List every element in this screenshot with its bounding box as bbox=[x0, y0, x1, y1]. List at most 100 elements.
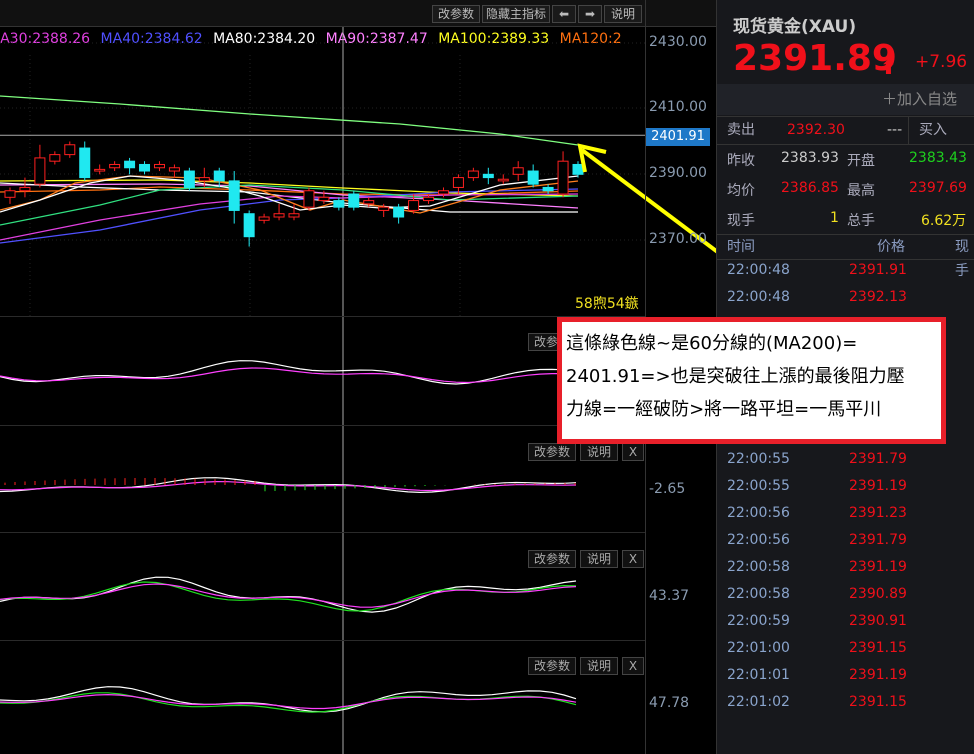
last-price: 2391.89 bbox=[733, 38, 897, 79]
indicator-value: 43.37 bbox=[649, 588, 690, 604]
candle-down bbox=[139, 163, 151, 172]
tick-time: 22:01:01 bbox=[727, 667, 790, 683]
candle-up bbox=[94, 168, 106, 172]
tick-time: 22:00:59 bbox=[727, 613, 790, 629]
candle-up bbox=[512, 167, 524, 175]
cur-vol: 1 bbox=[830, 210, 839, 226]
candle-up bbox=[64, 144, 76, 156]
params-button[interactable]: 改参数 bbox=[528, 550, 576, 568]
tick-price: 2391.19 bbox=[849, 559, 907, 575]
axis-label: 2430.00 bbox=[649, 34, 707, 50]
axis-label: 2390.00 bbox=[649, 165, 707, 181]
tick-price: 2391.19 bbox=[849, 478, 907, 494]
tick-price: 2391.19 bbox=[849, 667, 907, 683]
avg-price: 2386.85 bbox=[781, 180, 839, 196]
add-watchlist-button[interactable]: ＋加入自选 bbox=[717, 84, 974, 115]
candle-up bbox=[19, 186, 31, 192]
close-icon[interactable]: X bbox=[622, 550, 644, 568]
tick-time: 22:00:48 bbox=[727, 262, 790, 278]
candle-up bbox=[318, 196, 330, 202]
annotation-box: 這條綠色線~是60分線的(MA200)= 2401.91=>也是突破往上漲的最後… bbox=[557, 317, 946, 444]
candle-up bbox=[49, 154, 61, 162]
tick-price: 2391.79 bbox=[849, 451, 907, 467]
instrument-name: 现货黄金(XAU) bbox=[733, 17, 857, 37]
help-button[interactable]: 说明 bbox=[580, 657, 618, 675]
candle-up bbox=[408, 200, 420, 211]
prev-close-label: 昨收 bbox=[727, 153, 755, 169]
tick-row: 22:00:59 2390.91 bbox=[717, 613, 974, 640]
high-price: 2397.69 bbox=[909, 180, 967, 196]
candle-up bbox=[198, 177, 210, 182]
candle-up bbox=[4, 190, 16, 198]
candle-up bbox=[423, 196, 435, 202]
divider bbox=[0, 316, 645, 317]
tick-time: 22:00:56 bbox=[727, 532, 790, 548]
tick-price: 2392.13 bbox=[849, 289, 907, 305]
params-button[interactable]: 改参数 bbox=[528, 657, 576, 675]
sell-volume: --- bbox=[887, 122, 903, 138]
candle-down bbox=[124, 160, 136, 169]
total-vol: 6.62万 bbox=[921, 213, 967, 229]
tick-row: 22:00:48 2391.91 bbox=[717, 262, 974, 289]
candle-up bbox=[363, 200, 375, 205]
candle-down bbox=[333, 200, 345, 208]
candle-up bbox=[153, 163, 165, 169]
indicator-line bbox=[0, 576, 577, 613]
open-label: 开盘 bbox=[847, 153, 875, 169]
candle-down bbox=[348, 193, 360, 208]
close-icon[interactable]: X bbox=[622, 443, 644, 461]
candle-up bbox=[437, 190, 449, 195]
candle-down bbox=[213, 170, 225, 182]
divider bbox=[0, 640, 645, 641]
price-header: 价格 bbox=[877, 239, 905, 255]
candle-down bbox=[79, 147, 91, 179]
help-button[interactable]: 说明 bbox=[580, 443, 618, 461]
tick-price: 2390.89 bbox=[849, 586, 907, 602]
tick-row: 22:00:56 2391.23 bbox=[717, 505, 974, 532]
candle-up bbox=[258, 216, 270, 221]
candle-up bbox=[467, 170, 479, 179]
up-arrow-icon: ⬆ bbox=[880, 55, 897, 79]
sell-price: 2392.30 bbox=[787, 122, 845, 138]
tick-time: 22:00:58 bbox=[727, 559, 790, 575]
help-button[interactable]: 说明 bbox=[580, 550, 618, 568]
time-header: 时间 bbox=[727, 239, 755, 255]
plus-icon: ＋ bbox=[881, 90, 897, 108]
tick-row: 22:00:55 2391.79 bbox=[717, 451, 974, 478]
open-price: 2383.43 bbox=[909, 150, 967, 166]
tick-time: 22:00:56 bbox=[727, 505, 790, 521]
ma200-line bbox=[0, 95, 579, 146]
add-watchlist-label: 加入自选 bbox=[896, 90, 957, 108]
tick-time: 22:00:55 bbox=[727, 451, 790, 467]
tick-time: 22:01:00 bbox=[727, 640, 790, 656]
candle-down bbox=[228, 180, 240, 211]
params-button[interactable]: 改参数 bbox=[528, 443, 576, 461]
candle-up bbox=[273, 213, 285, 218]
cur-vol-label: 现手 bbox=[727, 213, 755, 229]
tick-row: 22:00:58 2390.89 bbox=[717, 586, 974, 613]
price-change: +7.96 bbox=[915, 52, 968, 72]
order-book-row: 卖出 2392.30 --- 买入 bbox=[717, 116, 974, 145]
ticks-header: 时间 价格 现手 bbox=[717, 234, 974, 279]
tick-price: 2391.91 bbox=[849, 262, 907, 278]
tick-row: 22:01:00 2391.15 bbox=[717, 640, 974, 667]
candle-up bbox=[109, 163, 121, 169]
candle-up bbox=[288, 213, 300, 218]
annotation-line: 2401.91=>也是突破往上漲的最後阻力壓 bbox=[566, 366, 905, 387]
prev-close: 2383.93 bbox=[781, 150, 839, 166]
tick-price: 2390.91 bbox=[849, 613, 907, 629]
candle-up bbox=[452, 177, 464, 188]
close-icon[interactable]: X bbox=[622, 657, 644, 675]
tick-price: 2391.23 bbox=[849, 505, 907, 521]
tick-price: 2391.15 bbox=[849, 640, 907, 656]
tick-price: 2391.79 bbox=[849, 532, 907, 548]
candle-down bbox=[482, 173, 494, 179]
tick-row: 22:00:48 2392.13 bbox=[717, 289, 974, 316]
axis-label: 2370.00 bbox=[649, 231, 707, 247]
indicator-value: 47.78 bbox=[649, 695, 690, 711]
candle-down bbox=[527, 170, 539, 185]
divider bbox=[0, 532, 645, 533]
total-vol-label: 总手 bbox=[847, 213, 875, 229]
sell-label: 卖出 bbox=[727, 122, 755, 138]
candle-up bbox=[378, 206, 390, 211]
